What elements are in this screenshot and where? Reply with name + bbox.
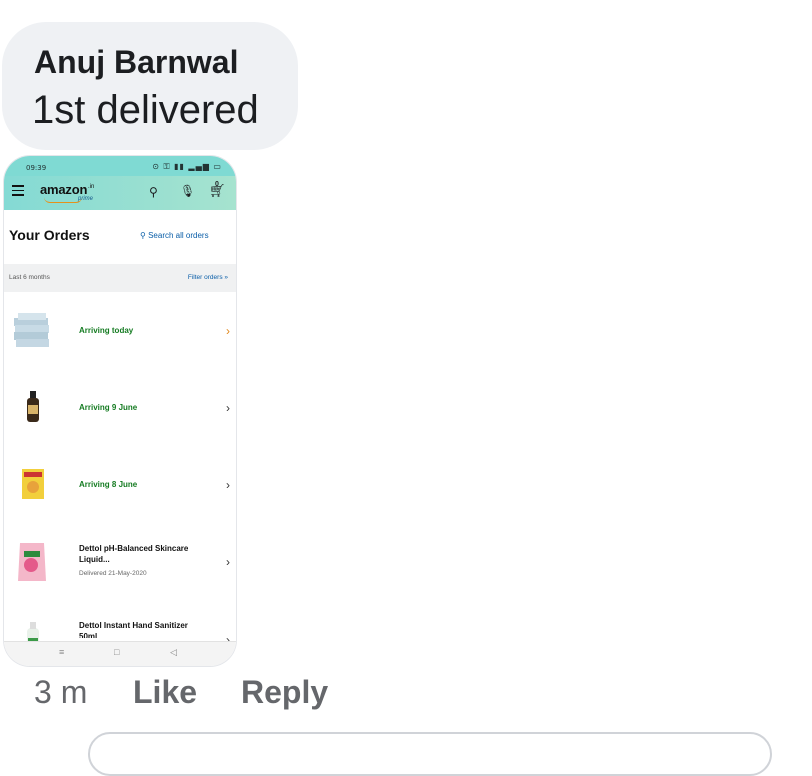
orders-header: Your Orders ⚲ Search all orders — [4, 210, 236, 264]
amazon-app-bar: amazon .in prime ⚲ 🎙︎ 🛒︎ 0 — [4, 176, 236, 210]
prime-tagline: prime — [78, 196, 94, 202]
chevron-right-icon: › — [226, 323, 230, 338]
order-row: Arriving today › — [4, 292, 236, 370]
microphone-icon: 🎙︎ — [180, 184, 196, 198]
towels-thumbnail — [14, 313, 49, 347]
filter-bar: Last 6 months Filter orders » — [4, 264, 236, 292]
order-title: Dettol Instant Hand Sanitizer 50ml — [79, 621, 188, 638]
reply-input[interactable] — [88, 732, 772, 776]
order-title: Dettol pH-Balanced Skincare Liquid... — [79, 544, 189, 564]
order-delivered-date: Delivered 21-May-2020 — [79, 570, 147, 577]
hamburger-menu-icon — [12, 185, 24, 197]
period-label: Last 6 months — [9, 274, 50, 281]
search-orders-label: Search all orders — [148, 231, 209, 240]
amazon-logo: amazon — [40, 182, 88, 197]
reply-button[interactable]: Reply — [241, 674, 328, 711]
search-all-orders-link: ⚲ Search all orders — [140, 231, 209, 240]
chevron-right-icon: › — [226, 400, 230, 415]
search-small-icon: ⚲ — [140, 231, 149, 240]
amazon-smile-icon — [44, 197, 82, 203]
phone-nav-bar: ≡ □ ◁ — [4, 641, 236, 666]
box-thumbnail — [22, 469, 44, 499]
back-icon: ◁ — [170, 647, 177, 657]
chevron-right-icon: › — [226, 554, 230, 569]
comment-author[interactable]: Anuj Barnwal — [34, 44, 238, 81]
comment-text: 1st delivered — [32, 88, 259, 132]
status-icons: ⊙ ⚿ ▮▮ ▂▄▆ ▭ — [152, 162, 222, 171]
order-status: Arriving today — [79, 326, 134, 335]
order-row: Dettol pH-Balanced Skincare Liquid... De… — [4, 523, 236, 601]
filter-orders-link: Filter orders » — [187, 274, 228, 281]
order-status: Arriving 9 June — [79, 403, 138, 412]
order-row: Arriving 8 June › — [4, 446, 236, 524]
cart-count: 0 — [215, 181, 219, 188]
dettol-pack-thumbnail — [18, 543, 46, 581]
home-icon: □ — [114, 647, 120, 657]
order-row: Arriving 9 June › — [4, 369, 236, 447]
order-status: Arriving 8 June — [79, 480, 138, 489]
comment-timestamp: 3 m — [34, 674, 88, 710]
status-time: 09:39 — [26, 164, 47, 172]
search-icon: ⚲ — [149, 185, 158, 199]
chevron-right-icon: › — [226, 477, 230, 492]
phone-status-bar: 09:39 ⊙ ⚿ ▮▮ ▂▄▆ ▭ — [4, 156, 236, 176]
page-title: Your Orders — [9, 227, 90, 243]
attached-screenshot[interactable]: 09:39 ⊙ ⚿ ▮▮ ▂▄▆ ▭ amazon .in prime ⚲ 🎙︎… — [4, 156, 236, 666]
menu-icon: ≡ — [59, 647, 65, 657]
like-button[interactable]: Like — [133, 674, 197, 711]
amazon-logo-suffix: .in — [88, 184, 95, 190]
bottle-thumbnail — [27, 391, 39, 422]
